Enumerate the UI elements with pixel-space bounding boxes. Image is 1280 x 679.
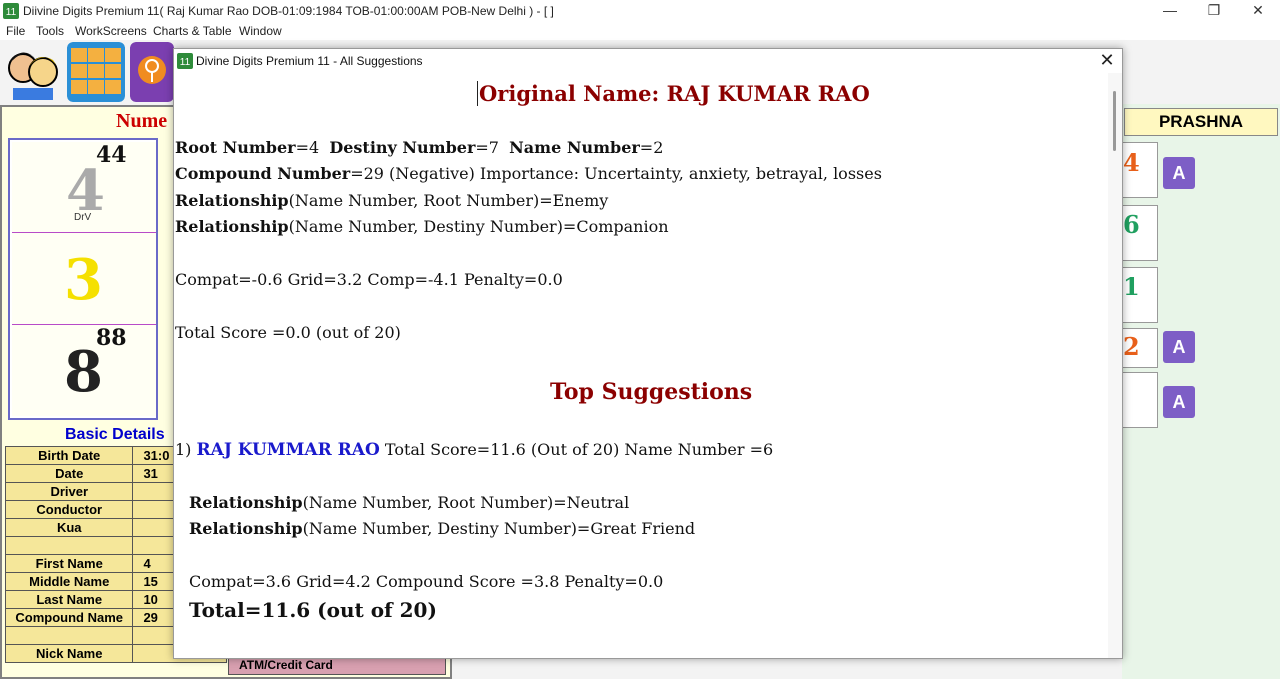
basic-details-title: Basic Details	[65, 426, 165, 443]
relationship-root-line: Relationship(Name Number, Root Number)=E…	[175, 191, 609, 210]
detail-label: Last Name	[4, 590, 134, 609]
total-score-line: Total Score =0.0 (out of 20)	[175, 323, 401, 342]
scrollbar[interactable]	[1108, 73, 1122, 658]
original-name-heading: Original Name: RAJ KUMAR RAO	[477, 81, 870, 106]
suggestion-relationship-root: Relationship(Name Number, Root Number)=N…	[189, 493, 630, 512]
grid-number: 3	[64, 247, 103, 313]
detail-label: First Name	[4, 554, 134, 573]
app-logo-icon: 11	[177, 53, 193, 69]
compound-line: Compound Number=29 (Negative) Importance…	[175, 164, 882, 183]
scores-line: Compat=-0.6 Grid=3.2 Comp=-4.1 Penalty=0…	[175, 270, 563, 289]
suggestions-content[interactable]: Original Name: RAJ KUMAR RAO Root Number…	[174, 73, 1108, 658]
minimize-button[interactable]: —	[1150, 0, 1190, 22]
suggestion-relationship-destiny: Relationship(Name Number, Destiny Number…	[189, 519, 696, 538]
svg-text:11: 11	[6, 7, 17, 18]
menu-charts-table[interactable]: Charts & Table	[153, 24, 232, 38]
close-icon[interactable]: ✕	[1098, 50, 1116, 70]
name-calc-icon[interactable]: A	[1163, 331, 1195, 363]
suggested-name: RAJ KUMMAR RAO	[196, 440, 380, 460]
grid-label: DrV	[74, 212, 92, 223]
all-suggestions-dialog: 11 Divine Digits Premium 11 - All Sugges…	[173, 48, 1123, 659]
name-calc-icon[interactable]: A	[1163, 157, 1195, 189]
top-suggestions-heading: Top Suggestions	[550, 379, 753, 405]
name-calc-icon[interactable]: A	[1163, 386, 1195, 418]
menu-window[interactable]: Window	[239, 24, 282, 38]
numbers-line: Root Number=4 Destiny Number=7 Name Numb…	[175, 138, 664, 157]
maximize-button[interactable]: ❐	[1194, 0, 1234, 22]
detail-label: Middle Name	[4, 572, 134, 591]
svg-text:11: 11	[180, 57, 191, 68]
numbers-grid-icon[interactable]	[67, 42, 125, 102]
prashna-box	[1122, 372, 1158, 428]
suggestion-scores: Compat=3.6 Grid=4.2 Compound Score =3.8 …	[189, 572, 664, 591]
detail-label: Kua	[4, 518, 134, 537]
atm-card-label: ATM/Credit Card	[239, 658, 333, 672]
suggestion-total: Total=11.6 (out of 20)	[189, 598, 437, 622]
menu-workscreens[interactable]: WorkScreens	[75, 24, 147, 38]
detail-label: Birth Date	[4, 446, 134, 465]
detail-label: Compound Name	[4, 608, 134, 627]
window-title: Diivine Digits Premium 11( Raj Kumar Rao…	[23, 4, 554, 18]
menu-tools[interactable]: Tools	[36, 24, 64, 38]
faces-icon[interactable]	[3, 42, 63, 102]
grid-cell[interactable]: 3	[12, 233, 156, 325]
detail-label: Nick Name	[4, 644, 134, 663]
dialog-title-bar: 11 Divine Digits Premium 11 - All Sugges…	[174, 49, 1122, 73]
app-logo-icon: 11	[3, 3, 19, 19]
scroll-thumb[interactable]	[1113, 91, 1116, 151]
prashna-number: 6	[1123, 210, 1140, 239]
grid-cell[interactable]: 8 88	[12, 325, 156, 416]
suggestion-summary[interactable]: 1) RAJ KUMMAR RAO Total Score=11.6 (Out …	[175, 440, 773, 460]
detail-label	[4, 626, 134, 645]
close-window-button[interactable]: ✕	[1238, 0, 1278, 22]
relationship-destiny-line: Relationship(Name Number, Destiny Number…	[175, 217, 669, 236]
grid-repeat: 44	[96, 142, 127, 168]
detail-label: Driver	[4, 482, 134, 501]
venus-flower-icon[interactable]	[130, 42, 174, 102]
prashna-title[interactable]: PRASHNA	[1124, 108, 1278, 136]
menu-file[interactable]: File	[6, 24, 25, 38]
detail-label: Conductor	[4, 500, 134, 519]
dialog-title: Divine Digits Premium 11 - All Suggestio…	[196, 54, 423, 68]
menu-bar: File Tools WorkScreens Charts & Table Wi…	[0, 22, 1280, 40]
detail-label	[4, 536, 134, 555]
prashna-number: 4	[1123, 148, 1140, 177]
numerology-title: Nume	[116, 110, 168, 132]
grid-repeat: 88	[96, 325, 127, 351]
prashna-number: 1	[1123, 272, 1140, 301]
detail-label: Date	[4, 464, 134, 483]
grid-cell[interactable]: 4 44 DrV	[12, 142, 156, 233]
title-bar: 11 Diivine Digits Premium 11( Raj Kumar …	[0, 0, 1280, 22]
lo-shu-grid: 4 44 DrV 3 8 88	[8, 138, 158, 420]
prashna-number: 2	[1123, 332, 1140, 361]
